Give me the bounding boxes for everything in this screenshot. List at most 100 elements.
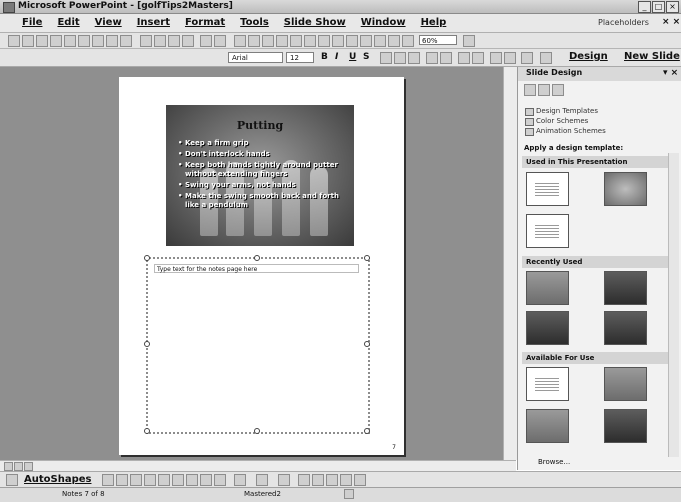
save-icon[interactable] (36, 35, 48, 47)
arrow-icon[interactable] (116, 474, 128, 486)
task-pane-scrollbar[interactable] (668, 153, 679, 457)
insert-chart-icon[interactable] (234, 35, 246, 47)
line-icon[interactable] (102, 474, 114, 486)
decrease-font-icon[interactable] (472, 52, 484, 64)
template-thumbnail[interactable] (604, 271, 647, 305)
powerpoint-app-icon[interactable] (3, 2, 15, 13)
oval-icon[interactable] (144, 474, 156, 486)
design-button[interactable]: Design (569, 51, 608, 62)
template-thumbnail[interactable] (604, 172, 647, 206)
slide-thumbnail[interactable]: Putting Keep a firm grip Don't interlock… (166, 105, 354, 246)
template-thumbnail[interactable] (526, 409, 569, 443)
diagram-icon[interactable] (186, 474, 198, 486)
resize-handle[interactable] (144, 428, 150, 434)
center-icon[interactable] (394, 52, 406, 64)
color-schemes-link[interactable]: Color Schemes (525, 117, 588, 126)
expand-all-icon[interactable] (290, 35, 302, 47)
resize-handle[interactable] (364, 428, 370, 434)
text-box-icon[interactable] (158, 474, 170, 486)
fill-color-icon[interactable] (234, 474, 246, 486)
font-name-dropdown[interactable]: Arial (228, 52, 283, 63)
wordart-icon[interactable] (172, 474, 184, 486)
increase-font-icon[interactable] (458, 52, 470, 64)
menu-file[interactable]: File (22, 14, 42, 32)
resize-handle[interactable] (144, 341, 150, 347)
underline-button[interactable]: U (349, 52, 356, 62)
insert-table-icon[interactable] (248, 35, 260, 47)
draw-table-icon[interactable] (374, 35, 386, 47)
template-thumbnail[interactable] (604, 367, 647, 401)
grid-icon[interactable] (318, 35, 330, 47)
menu-help[interactable]: Help (421, 14, 447, 32)
insert-wordart-icon[interactable] (360, 35, 372, 47)
autoshapes-button[interactable]: AutoShapes (24, 474, 91, 485)
help-search-box[interactable]: Placeholders (598, 18, 649, 27)
close-button[interactable]: × (666, 1, 679, 13)
font-size-dropdown[interactable]: 12 (286, 52, 314, 63)
align-right-icon[interactable] (408, 52, 420, 64)
redo-icon[interactable] (214, 35, 226, 47)
research-icon[interactable] (120, 35, 132, 47)
font-color-icon[interactable] (521, 52, 533, 64)
decrease-indent-icon[interactable] (490, 52, 502, 64)
format-painter-icon[interactable] (182, 35, 194, 47)
undo-icon[interactable] (200, 35, 212, 47)
slide-sorter-icon[interactable] (14, 462, 23, 471)
new-slide-button[interactable]: New Slide (624, 51, 680, 62)
browse-link[interactable]: Browse... (538, 458, 570, 466)
slide-show-icon[interactable] (24, 462, 33, 471)
email-icon[interactable] (64, 35, 76, 47)
draw-menu-icon[interactable] (6, 474, 18, 486)
template-thumbnail[interactable] (526, 367, 569, 401)
notes-placeholder[interactable]: Type text for the notes page here (144, 255, 370, 434)
menu-slide-show[interactable]: Slide Show (284, 14, 346, 32)
show-formatting-icon[interactable] (304, 35, 316, 47)
template-thumbnail[interactable] (526, 311, 569, 345)
home-icon[interactable] (552, 84, 564, 96)
3d-style-icon[interactable] (354, 474, 366, 486)
normal-view-icon[interactable] (4, 462, 13, 471)
font-color-icon[interactable] (278, 474, 290, 486)
print-preview-icon[interactable] (92, 35, 104, 47)
slide-icon[interactable] (402, 35, 414, 47)
align-left-icon[interactable] (380, 52, 392, 64)
color-grayscale-icon[interactable] (332, 35, 344, 47)
insert-hyperlink-icon[interactable] (276, 35, 288, 47)
increase-indent-icon[interactable] (504, 52, 516, 64)
shadow-button[interactable]: S (363, 52, 369, 62)
template-thumbnail[interactable] (526, 214, 569, 248)
template-thumbnail[interactable] (604, 409, 647, 443)
resize-handle[interactable] (254, 255, 260, 261)
paste-icon[interactable] (168, 35, 180, 47)
copy-icon[interactable] (154, 35, 166, 47)
resize-handle[interactable] (144, 255, 150, 261)
bold-button[interactable]: B (321, 52, 328, 62)
resize-handle[interactable] (364, 255, 370, 261)
design-templates-link[interactable]: Design Templates (525, 107, 598, 116)
tables-borders-icon[interactable] (262, 35, 274, 47)
forward-icon[interactable] (538, 84, 550, 96)
insert-picture-icon[interactable] (346, 35, 358, 47)
line-style-icon[interactable] (298, 474, 310, 486)
shadow-style-icon[interactable] (340, 474, 352, 486)
notes-text-field[interactable]: Type text for the notes page here (154, 264, 359, 273)
vertical-scrollbar[interactable] (503, 67, 517, 460)
animation-schemes-link[interactable]: Animation Schemes (525, 127, 606, 136)
dash-style-icon[interactable] (312, 474, 324, 486)
line-color-icon[interactable] (256, 474, 268, 486)
back-icon[interactable] (524, 84, 536, 96)
new-icon[interactable] (8, 35, 20, 47)
ink-icon[interactable] (388, 35, 400, 47)
menu-view[interactable]: View (95, 14, 122, 32)
numbering-icon[interactable] (426, 52, 438, 64)
arrow-style-icon[interactable] (326, 474, 338, 486)
maximize-button[interactable]: □ (652, 1, 665, 13)
spelling-icon[interactable] (106, 35, 118, 47)
rectangle-icon[interactable] (130, 474, 142, 486)
menu-format[interactable]: Format (185, 14, 225, 32)
resize-handle[interactable] (254, 428, 260, 434)
cut-icon[interactable] (140, 35, 152, 47)
menu-edit[interactable]: Edit (57, 14, 79, 32)
close-document-button[interactable]: × × (662, 17, 680, 27)
bullets-icon[interactable] (440, 52, 452, 64)
